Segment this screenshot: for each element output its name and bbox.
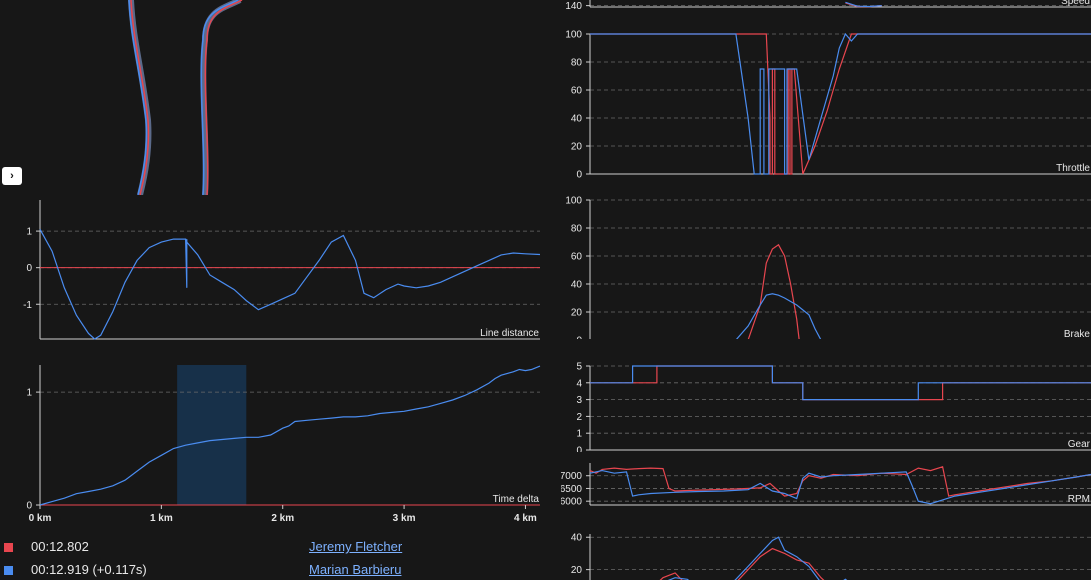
y-tick-label: 1 [26,388,32,399]
y-tick-label: 6500 [561,484,582,495]
series-line [39,229,541,340]
y-tick-label: -1 [23,300,32,311]
x-tick-label: 4 km [514,513,537,524]
driver1-lap-time: 00:12.802 [31,539,89,554]
chart-rpm: 7000 6500 6000 RPM [561,463,1091,507]
y-tick-label: 80 [571,224,583,235]
series-line [39,365,541,506]
chart-label: Line distance [480,328,539,339]
y-tick-label: 0 [576,336,582,340]
chart-bottom: 40 20 [571,533,1091,580]
chart-label: RPM [1068,494,1090,505]
track-line-driver1-right [204,0,243,195]
y-tick-label: 20 [571,308,583,319]
y-tick-label: 1 [26,227,32,238]
y-tick-label: 7000 [561,471,582,482]
series-line [659,547,825,580]
y-tick-label: 140 [565,1,582,10]
y-tick-label: 0 [26,501,32,512]
x-tick-label: 2 km [271,513,294,524]
expand-panel-button[interactable]: › [2,167,22,185]
chart-brake: 100 80 60 40 20 0 Brake [565,196,1091,340]
driver2-name-link[interactable]: Marian Barbieru [309,562,402,577]
y-tick-label: 60 [571,252,583,263]
y-tick-label: 2 [576,412,582,423]
y-tick-label: 20 [571,565,583,576]
chart-speed: 140 Speed [565,0,1091,10]
series-line [735,293,822,339]
chart-gear: 5 4 3 2 1 0 Gear [576,362,1091,453]
chart-label: Brake [1064,329,1091,339]
chart-label: Throttle [1056,163,1090,174]
x-tick-label: 0 km [29,513,52,524]
series-line [590,33,1091,175]
y-tick-label: 6000 [561,497,582,507]
series-line [747,243,800,339]
y-tick-label: 0 [26,263,32,274]
x-tick-label: 3 km [393,513,416,524]
driver2-swatch [4,566,13,575]
y-tick-label: 100 [565,30,582,41]
series-line [590,365,1091,401]
chart-time-delta: 1 0 Time delta 0 km 1 km 2 km 3 km 4 km [26,365,541,524]
series-line [667,536,848,580]
y-tick-label: 40 [571,280,583,291]
y-tick-label: 4 [576,378,582,389]
chart-throttle: 100 80 60 40 20 0 Throttle [565,30,1091,179]
y-tick-label: 1 [576,429,582,440]
y-tick-label: 5 [576,362,582,373]
chart-label: Gear [1068,439,1091,450]
y-tick-label: 0 [576,446,582,453]
series-line [590,32,1091,175]
chart-label: Time delta [493,494,540,505]
y-tick-label: 40 [571,533,583,544]
y-tick-label: 3 [576,395,582,406]
y-tick-label: 80 [571,58,583,69]
y-tick-label: 100 [565,196,582,207]
y-tick-label: 60 [571,86,583,97]
highlight-band [177,365,247,505]
track-map [128,0,243,195]
y-tick-label: 0 [576,170,582,179]
chart-label: Speed [1061,0,1090,7]
driver1-name-link[interactable]: Jeremy Fletcher [309,539,402,554]
y-tick-label: 20 [571,142,583,153]
series-line [589,466,1091,497]
x-tick-label: 1 km [150,513,173,524]
driver1-swatch [4,543,13,552]
chart-line-distance: 1 0 -1 Line distance [23,200,541,340]
driver2-lap-time: 00:12.919 (+0.117s) [31,562,147,577]
legend-row-driver2: 00:12.919 (+0.117s) Marian Barbieru [0,562,548,580]
legend-row-driver1: 00:12.802 Jeremy Fletcher [0,539,548,557]
y-tick-label: 40 [571,114,583,125]
